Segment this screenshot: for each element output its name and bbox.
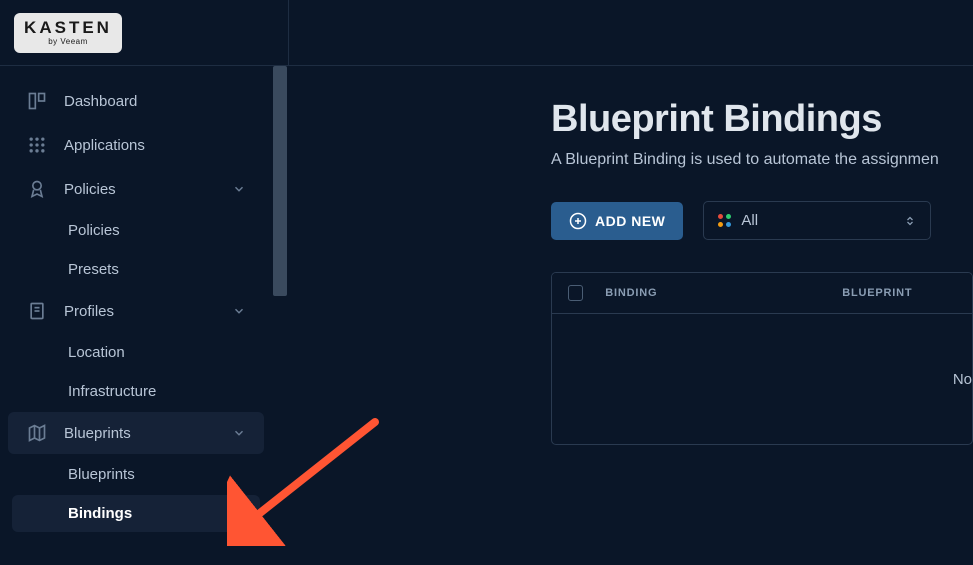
controls-row: ADD NEW All bbox=[551, 201, 973, 240]
kasten-logo[interactable]: KASTEN by Veeam bbox=[14, 13, 122, 53]
sidebar-label: Location bbox=[68, 344, 125, 361]
apps-icon bbox=[26, 134, 48, 156]
table-header: BINDING BLUEPRINT bbox=[552, 273, 972, 314]
sort-icon bbox=[904, 215, 916, 227]
chevron-down-icon bbox=[232, 182, 246, 196]
sidebar-label: Policies bbox=[64, 181, 116, 198]
sidebar-item-policies[interactable]: Policies bbox=[8, 168, 264, 210]
chevron-down-icon bbox=[232, 304, 246, 318]
col-header-binding[interactable]: BINDING bbox=[605, 287, 842, 299]
sidebar-subitem-infrastructure[interactable]: Infrastructure bbox=[12, 373, 260, 410]
page-title: Blueprint Bindings bbox=[551, 98, 973, 141]
document-icon bbox=[26, 300, 48, 322]
button-label: ADD NEW bbox=[595, 213, 665, 229]
sidebar: Dashboard Applications Policies bbox=[0, 66, 273, 565]
logo-subtext: by Veeam bbox=[48, 37, 88, 46]
sidebar-item-profiles[interactable]: Profiles bbox=[8, 290, 264, 332]
sidebar-subitem-blueprints[interactable]: Blueprints bbox=[12, 456, 260, 493]
sidebar-label: Blueprints bbox=[68, 466, 135, 483]
chevron-down-icon bbox=[232, 426, 246, 440]
map-icon bbox=[26, 422, 48, 444]
sidebar-subitem-policies[interactable]: Policies bbox=[12, 212, 260, 249]
sidebar-label: Policies bbox=[68, 222, 120, 239]
badge-icon bbox=[26, 178, 48, 200]
add-new-button[interactable]: ADD NEW bbox=[551, 202, 683, 240]
logo-text: KASTEN bbox=[24, 19, 112, 36]
sidebar-subitem-bindings[interactable]: Bindings bbox=[12, 495, 260, 532]
sidebar-label: Applications bbox=[64, 137, 145, 154]
main-content: Blueprint Bindings A Blueprint Binding i… bbox=[273, 66, 973, 565]
col-header-blueprint[interactable]: BLUEPRINT bbox=[842, 287, 956, 299]
sidebar-label: Blueprints bbox=[64, 425, 131, 442]
scrollbar-thumb[interactable] bbox=[273, 66, 287, 296]
sidebar-item-applications[interactable]: Applications bbox=[8, 124, 264, 166]
app-header: KASTEN by Veeam bbox=[0, 0, 973, 66]
plus-circle-icon bbox=[569, 212, 587, 230]
filter-select[interactable]: All bbox=[703, 201, 931, 240]
filter-label: All bbox=[741, 212, 894, 229]
page-description: A Blueprint Binding is used to automate … bbox=[551, 151, 973, 169]
select-all-checkbox[interactable] bbox=[568, 285, 583, 301]
sidebar-subitem-presets[interactable]: Presets bbox=[12, 251, 260, 288]
no-data-label: No bbox=[953, 371, 972, 388]
sidebar-label: Bindings bbox=[68, 505, 132, 522]
sidebar-label: Dashboard bbox=[64, 93, 137, 110]
dashboard-icon bbox=[26, 90, 48, 112]
sidebar-item-blueprints[interactable]: Blueprints bbox=[8, 412, 264, 454]
sidebar-label: Presets bbox=[68, 261, 119, 278]
table-body: No bbox=[552, 314, 972, 444]
filter-dots-icon bbox=[718, 214, 731, 227]
sidebar-label: Profiles bbox=[64, 303, 114, 320]
bindings-table: BINDING BLUEPRINT No bbox=[551, 272, 973, 445]
sidebar-scrollbar[interactable] bbox=[273, 66, 287, 565]
sidebar-subitem-location[interactable]: Location bbox=[12, 334, 260, 371]
sidebar-label: Infrastructure bbox=[68, 383, 156, 400]
sidebar-item-dashboard[interactable]: Dashboard bbox=[8, 80, 264, 122]
